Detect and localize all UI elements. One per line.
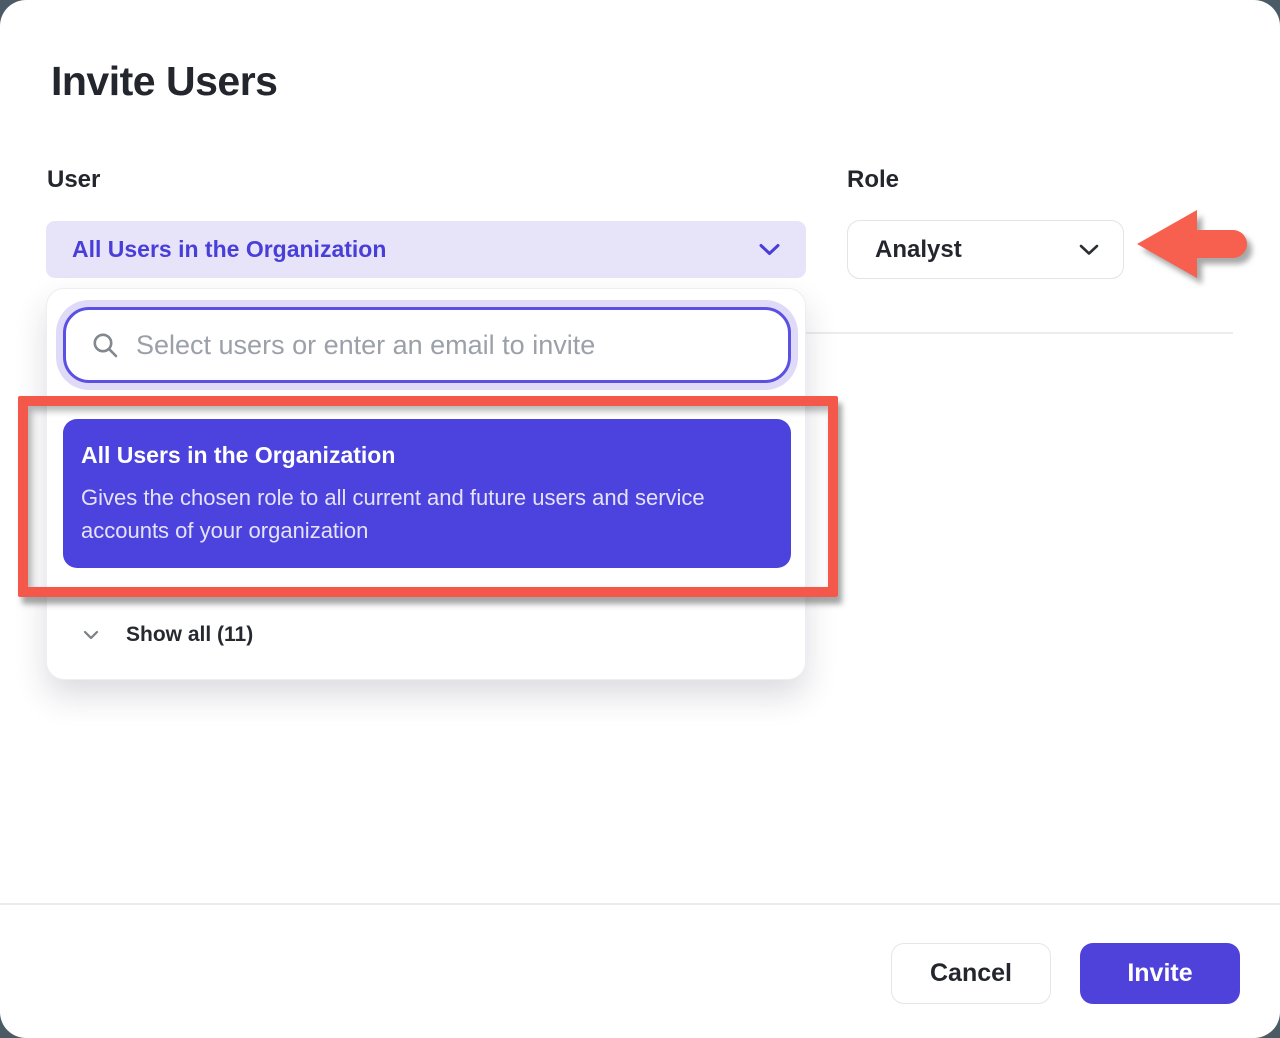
option-all-users-in-organization[interactable]: All Users in the Organization Gives the … (63, 419, 791, 568)
user-select-value: All Users in the Organization (72, 236, 386, 263)
dialog-title: Invite Users (51, 58, 277, 105)
chevron-down-icon (83, 630, 99, 640)
user-search-box[interactable] (63, 307, 791, 383)
show-all-label: Show all (11) (126, 623, 253, 647)
invite-button[interactable]: Invite (1080, 943, 1240, 1004)
chevron-down-icon (1079, 244, 1099, 256)
user-field-label: User (47, 166, 100, 194)
cancel-button[interactable]: Cancel (891, 943, 1051, 1004)
option-title: All Users in the Organization (81, 442, 771, 469)
user-search-input[interactable] (136, 330, 768, 361)
role-select-value: Analyst (875, 236, 962, 264)
invite-users-dialog: Invite Users User All Users in the Organ… (0, 0, 1280, 1038)
search-icon (92, 332, 119, 359)
role-select[interactable]: Analyst (847, 220, 1124, 279)
annotation-arrow-icon (1135, 208, 1255, 282)
user-dropdown-panel: All Users in the Organization Gives the … (46, 288, 806, 680)
show-all-toggle[interactable]: Show all (11) (47, 611, 805, 659)
role-field-label: Role (847, 166, 899, 194)
option-description: Gives the chosen role to all current and… (81, 481, 771, 547)
user-select[interactable]: All Users in the Organization (46, 221, 806, 278)
backdrop: { "window": { "title": "Invite Users" },… (0, 0, 1280, 1038)
footer-divider (0, 903, 1280, 905)
chevron-down-icon (759, 243, 780, 256)
